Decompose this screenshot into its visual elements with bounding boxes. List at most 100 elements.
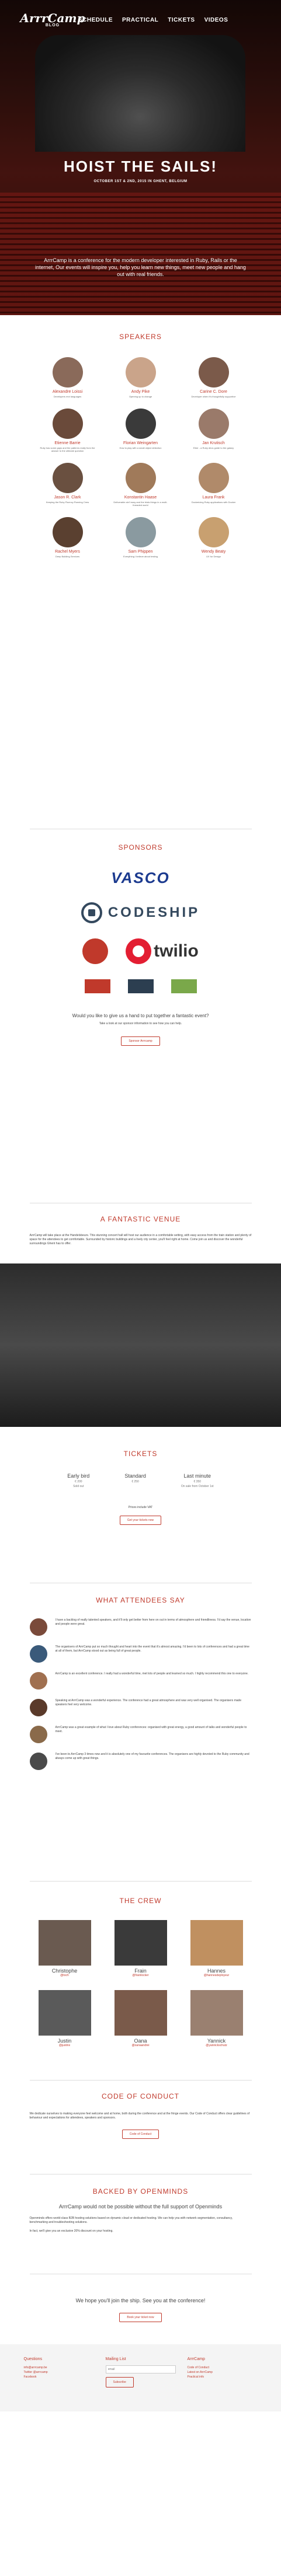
footer-latest-link[interactable]: Latest on ArrrCamp	[188, 2370, 258, 2375]
closing-button[interactable]: Book your ticket now	[119, 2313, 162, 2322]
tickets-note: Prices include VAT	[128, 1506, 153, 1509]
footer-twitter-link[interactable]: Twitter @arrrcamp	[24, 2370, 94, 2375]
speaker-card[interactable]: Carine C. Dore Developer when it's thoug…	[186, 357, 241, 398]
crew-member: Oana @oanaandrei	[112, 1990, 170, 2047]
sponsor-small-3-icon[interactable]	[171, 979, 197, 993]
testimonial-text: ArrrCamp is an excellent conference. I r…	[55, 1672, 249, 1676]
speaker-grid: Alexandre Loissi Developers rect languag…	[0, 357, 281, 558]
sponsor-small-2-icon[interactable]	[127, 979, 154, 993]
crew-member: Hannes @hannesdeployeur	[188, 1920, 246, 1977]
ticket-tier: Early bird € 200 Sold out	[67, 1473, 89, 1488]
speaker-talk: Developer when it's thoughtfully support…	[191, 395, 236, 398]
speaker-talk: Deliverable ain't easy and the trials th…	[113, 501, 168, 507]
speaker-card[interactable]: Konstantin Haase Deliverable ain't easy …	[113, 463, 168, 507]
speaker-card[interactable]: Andy Pike Opening up to change	[113, 357, 168, 398]
speaker-card[interactable]: Jason R. Clark Keeping the Ruby Fluency …	[40, 463, 95, 507]
crew-handle[interactable]: @toch	[36, 1974, 94, 1977]
testimonial: ArrrCamp is an excellent conference. I r…	[29, 1672, 252, 1690]
speaker-card[interactable]: Wendy Beaty UX for Design	[186, 517, 241, 558]
hero-intro: ArrrCamp is a conference for the modern …	[35, 257, 246, 277]
speaker-photo	[198, 517, 229, 547]
codeship-icon	[81, 902, 102, 923]
footer-practical-link[interactable]: Practical info	[188, 2375, 258, 2379]
top-nav: ArrrCamp BLOG SCHEDULE PRACTICAL TICKETS…	[20, 12, 228, 27]
speaker-name: Sam Phippen	[128, 550, 153, 554]
crew-name: Frain	[134, 1968, 147, 1974]
crew-handle[interactable]: @hannesdeployeur	[188, 1974, 246, 1977]
testimonial-text: I've been to ArrrCamp 3 times now and it…	[55, 1753, 249, 1760]
nav-videos[interactable]: VIDEOS	[204, 17, 228, 23]
speaker-name: Etienne Barrie	[54, 441, 81, 445]
footer-email-link[interactable]: info@arrrcamp.be	[24, 2365, 94, 2370]
crew-member: Justin @justinx	[36, 1990, 94, 2047]
testimonial-text: Speaking at ArrrCamp was a wonderful exp…	[55, 1699, 242, 1706]
venue-title: A FANTASTIC VENUE	[100, 1215, 181, 1223]
conduct-section: CODE OF CONDUCT We dedicate ourselves to…	[0, 2081, 281, 2174]
speaker-card[interactable]: Laura Frank Dockerizing Ruby application…	[186, 463, 241, 507]
ticket-label: Last minute	[183, 1473, 211, 1479]
speaker-card[interactable]: Alexandre Loissi Developers rect languag…	[40, 357, 95, 398]
testimonial: I have a backlog of really talented spea…	[29, 1618, 252, 1636]
sponsor-small-1-icon[interactable]	[84, 979, 110, 993]
ticket-tier: Standard € 250	[124, 1473, 146, 1488]
ticket-note: Sold out	[73, 1485, 84, 1488]
ticket-price: € 350	[193, 1480, 202, 1484]
sponsor-lucine-icon[interactable]	[82, 938, 109, 964]
speaker-talk: Developers rect languages	[53, 395, 82, 398]
crew-handle[interactable]: @justinx	[36, 2044, 94, 2047]
speaker-name: Konstantin Haase	[124, 495, 157, 500]
speaker-name: Alexandre Loissi	[52, 390, 83, 394]
ticket-label: Early bird	[67, 1473, 90, 1479]
nav-tickets[interactable]: TICKETS	[168, 17, 195, 23]
crew-member: Yannick @yannickschutz	[188, 1990, 246, 2047]
venue-text: ArrrCamp will take place at the Handelsb…	[29, 1234, 252, 1245]
speaker-card[interactable]: Rachel Myers Deep Building Services	[40, 517, 95, 558]
avatar	[29, 1726, 47, 1743]
speaker-card[interactable]: Sam Phippen Everything I believe about t…	[113, 517, 168, 558]
testimonial-list: I have a backlog of really talented spea…	[0, 1618, 281, 1770]
crew-handle[interactable]: @yannickschutz	[188, 2044, 246, 2047]
speaker-talk: How to play with a small object detectio…	[119, 446, 162, 449]
subscribe-button[interactable]: Subscribe	[105, 2377, 134, 2387]
speaker-talk: Ruby has some gaps and the patterns real…	[40, 446, 95, 452]
speaker-card[interactable]: Florian Weingarten How to play with a sm…	[113, 409, 168, 452]
testimonial-text: ArrrCamp was a great example of what I l…	[55, 1726, 247, 1733]
sponsor-button[interactable]: Sponsor Arrrcamp	[121, 1036, 160, 1046]
nav-schedule[interactable]: SCHEDULE	[78, 17, 113, 23]
footer-facebook-link[interactable]: Facebook	[24, 2375, 94, 2379]
testimonial: The organisers of ArrrCamp put so much t…	[29, 1645, 252, 1663]
twilio-icon	[126, 938, 152, 964]
sponsor-vasco[interactable]: VASCO	[111, 869, 170, 887]
crew-name: Hannes	[207, 1968, 226, 1974]
crew-handle[interactable]: @oanaandrei	[112, 2044, 170, 2047]
ticket-tiers: Early bird € 200 Sold out Standard € 250 …	[0, 1473, 281, 1488]
crew-photo	[114, 1990, 167, 2036]
speaker-card[interactable]: Jan Krutisch Elixir - a Ruby devs guide …	[186, 409, 241, 452]
crew-photo	[114, 1920, 167, 1966]
mailing-email-input[interactable]	[105, 2365, 176, 2373]
sponsor-question: Would you like to give us a hand to put …	[72, 1013, 209, 1018]
logo[interactable]: ArrrCamp BLOG	[20, 12, 85, 27]
backed-title: BACKED BY OPENMINDS	[92, 2187, 189, 2195]
speaker-talk: Deep Building Services	[55, 555, 80, 558]
venue-photo	[0, 1263, 281, 1427]
nav-practical[interactable]: PRACTICAL	[122, 17, 158, 23]
speaker-talk: Keeping the Ruby Fluency Running Crew	[46, 501, 89, 504]
crew-photo	[190, 1990, 243, 2036]
avatar	[29, 1645, 47, 1663]
speaker-name: Jason R. Clark	[54, 495, 81, 500]
sponsor-codeship[interactable]: CODESHIP	[81, 902, 200, 923]
sponsor-twilio[interactable]: twilio	[126, 938, 199, 964]
hero: ArrrCamp BLOG SCHEDULE PRACTICAL TICKETS…	[0, 0, 281, 315]
tickets-button[interactable]: Get your tickets now	[119, 1516, 162, 1525]
ticket-label: Standard	[124, 1473, 146, 1479]
avatar	[29, 1618, 47, 1636]
crew-handle[interactable]: @frainlocker	[112, 1974, 170, 1977]
avatar	[29, 1699, 47, 1716]
speaker-photo	[52, 409, 83, 439]
speaker-card[interactable]: Etienne Barrie Ruby has some gaps and th…	[40, 409, 95, 452]
conduct-button[interactable]: Code of Conduct	[122, 2130, 159, 2139]
footer-mailing: Mailing List Subscribe	[105, 2357, 176, 2387]
ticket-price: € 200	[75, 1480, 82, 1484]
footer-conduct-link[interactable]: Code of Conduct	[188, 2365, 258, 2370]
